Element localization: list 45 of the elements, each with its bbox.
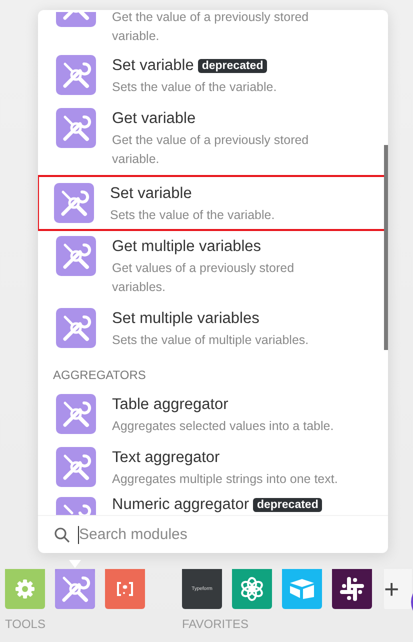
gear-icon [15, 579, 35, 599]
module-title: Numeric aggregator [112, 497, 249, 514]
wrench-screwdriver-icon [56, 497, 96, 515]
module-title: Text aggregator [112, 449, 220, 467]
wrench-screwdriver-icon [56, 236, 96, 276]
module-item[interactable]: Set variable deprecated Sets the value of the variable. [38, 50, 388, 103]
deprecated-badge: deprecated [252, 498, 322, 512]
module-title: Table aggregator [112, 396, 228, 414]
wrench-screwdriver-icon [56, 447, 96, 487]
box-logo-icon [289, 578, 315, 600]
deprecated-badge: deprecated [198, 59, 268, 73]
wrench-screwdriver-icon [56, 308, 96, 348]
module-item[interactable]: Table aggregator Aggregates selected values into a table. [38, 389, 388, 442]
module-title: Set variable [112, 57, 194, 75]
module-description: Get the value of a previously stored variable. [112, 132, 310, 168]
module-item[interactable]: Get multiple variables Get values of a previously stored variables. [38, 231, 388, 303]
module-item[interactable]: Text aggregator Aggregates multiple strings into one text. [38, 442, 388, 495]
section-heading: AGGREGATORS [52, 367, 147, 384]
scrollbar-thumb[interactable] [384, 145, 388, 350]
module-description: Get values of a previously stored variables. [112, 260, 296, 296]
wrench-screwdriver-icon [54, 183, 94, 223]
group-label: TOOLS [5, 617, 46, 631]
hash-logo-icon [340, 577, 364, 601]
module-item[interactable]: Set multiple variables Sets the value of multiple variables. [38, 303, 388, 356]
module-title: Get variable [112, 110, 196, 128]
module-description: Sets the value of the variable. [110, 207, 276, 224]
wrench-screwdriver-icon [56, 108, 96, 148]
module-title: Set multiple variables [112, 310, 260, 328]
module-title: Get multiple variables [112, 238, 262, 256]
text-cursor [78, 526, 79, 544]
wrench-screwdriver-icon [56, 55, 96, 95]
brackets-icon [116, 582, 134, 596]
module-description: Aggregates selected values into a table. [112, 418, 335, 435]
module-description: Sets the value of the variable. [112, 79, 278, 96]
module-title: Set variable [110, 185, 192, 203]
group-label: FAVORITES [182, 617, 250, 631]
wrench-screwdriver-icon [56, 394, 96, 434]
module-description: Get the value of a previously stored variable. [112, 10, 310, 45]
popover-pointer [69, 560, 81, 568]
module-description: Sets the value of multiple variables. [112, 332, 310, 349]
module-item[interactable]: Get variable Get the value of a previously stored variable. [38, 103, 388, 175]
knot-logo-icon [239, 576, 265, 602]
module-description: Aggregates multiple strings into one text. [112, 471, 339, 488]
search-icon [54, 526, 70, 542]
app-tile[interactable] [55, 560, 95, 609]
